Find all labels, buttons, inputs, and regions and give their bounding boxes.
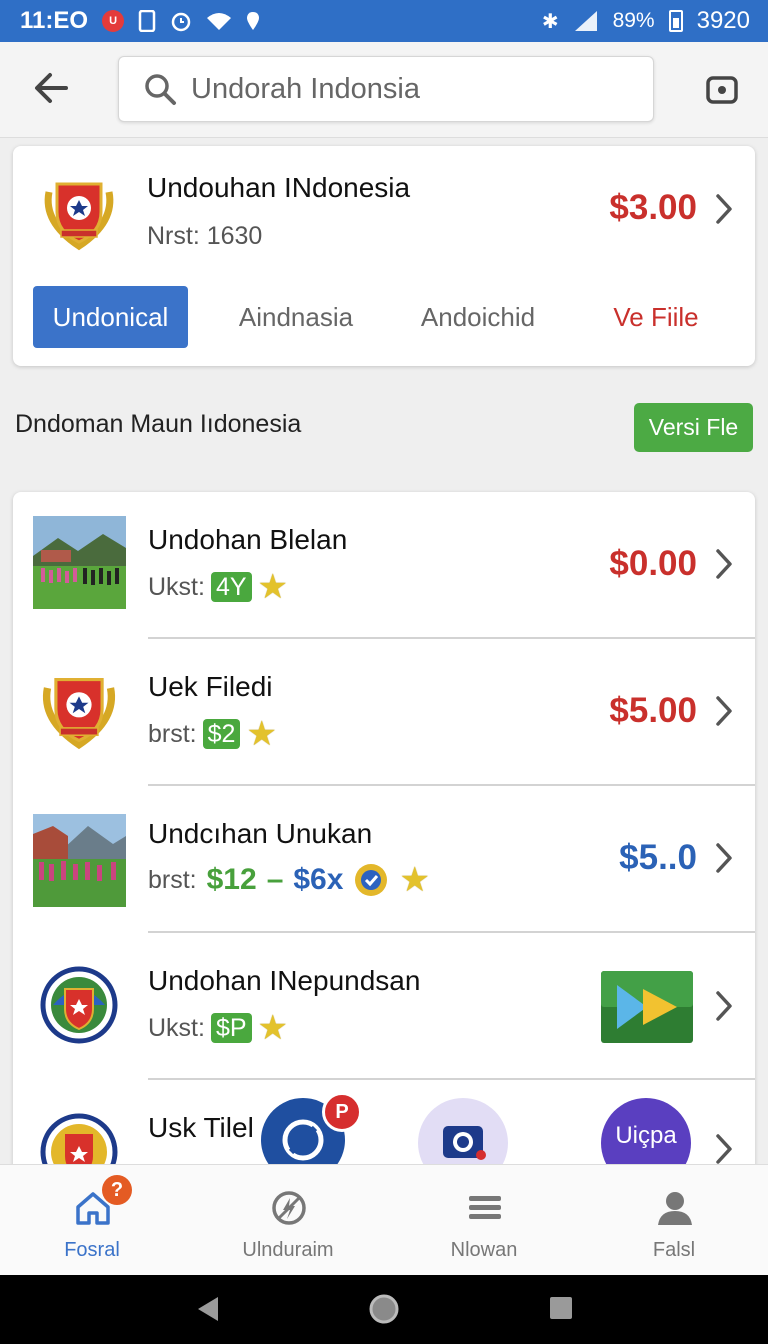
price-range-high: $6x: [293, 863, 344, 896]
battery-icon: [668, 10, 683, 32]
featured-card[interactable]: Undouhan INdonesia Nrst: 1630 $3.00 Undo…: [13, 146, 755, 366]
status-clock-right: 3920: [696, 7, 750, 34]
chevron-right-icon[interactable]: [713, 694, 735, 728]
list-item[interactable]: Undohan INepundsan Ukst: $P ★: [13, 933, 755, 1080]
no-charge-icon: [272, 1191, 306, 1225]
list-item[interactable]: Undohan Blelan Ukst: 4Y ★ $0.00: [13, 492, 755, 639]
chevron-right-icon[interactable]: [713, 547, 735, 581]
system-navigation-bar: [0, 1275, 768, 1344]
list-item[interactable]: Uek Filedi brst: $2 ★ $5.00: [13, 639, 755, 786]
nav-label: Nlowan: [450, 1239, 518, 1261]
version-button[interactable]: Versi Fle: [634, 403, 753, 452]
rating-pill: $2: [202, 719, 241, 749]
price-range-dash: –: [266, 863, 284, 896]
fab-badge-letter: P: [335, 1100, 349, 1123]
battery-percent: 89%: [612, 9, 655, 32]
nav-label: Ulnduraim: [242, 1239, 334, 1261]
nav-profile[interactable]: Falsl: [594, 1165, 754, 1276]
location-icon: [247, 12, 260, 30]
list-item[interactable]: Undcıhan Unukan brst: $12 – $6x ★ $5..0: [13, 786, 755, 933]
menu-icon: [469, 1196, 501, 1219]
chevron-right-icon[interactable]: [713, 192, 735, 226]
emblem-icon: [44, 182, 114, 251]
emblem-icon: [40, 966, 118, 1044]
rating-pill: 4Y: [210, 572, 252, 602]
price-range-low: $12: [206, 863, 257, 896]
section-title: Dndoman Maun Iıdonesia: [15, 410, 302, 438]
item-price: $5..0: [619, 838, 697, 877]
item-title: Undohan INepundsan: [148, 965, 421, 996]
play-store-icon: [601, 971, 693, 1043]
nav-home[interactable]: ? Fosral: [12, 1165, 172, 1276]
featured-subtitle: Nrst: 1630: [147, 222, 263, 250]
alarm-icon: [171, 12, 191, 32]
app-list: Undohan Blelan Ukst: 4Y ★ $0.00 Uek File…: [13, 492, 755, 1192]
fab-badge: P: [322, 1092, 362, 1132]
featured-price: $3.00: [609, 188, 697, 227]
system-recents-icon[interactable]: [549, 1296, 573, 1320]
search-bar[interactable]: [118, 56, 654, 122]
wifi-icon: [207, 13, 232, 30]
verified-badge-icon: [355, 864, 388, 896]
meta-label: brst:: [148, 719, 197, 748]
item-meta: brst: $12 – $6x ★: [148, 862, 430, 898]
featured-title: Undouhan INdonesia: [147, 172, 411, 203]
notification-badge: U: [102, 10, 125, 32]
nav-list[interactable]: Nlowan: [404, 1165, 564, 1276]
item-title: Usk Tilel: [148, 1112, 254, 1143]
phone-icon: [138, 10, 156, 32]
tab-andoichid[interactable]: Andoichid: [403, 286, 553, 348]
meta-label: brst:: [148, 865, 197, 894]
item-price: $5.00: [609, 691, 697, 730]
nav-label: Falsl: [652, 1239, 696, 1261]
bottom-navigation: ? Fosral Ulnduraim Nlowan Falsl: [0, 1164, 768, 1275]
system-back-icon[interactable]: [196, 1295, 220, 1323]
emblem-icon: [42, 678, 116, 750]
brand-label: Uiçpa: [615, 1122, 677, 1149]
scan-icon[interactable]: [704, 72, 740, 108]
app-header: [0, 42, 768, 138]
bluetooth-icon: ✱: [541, 10, 559, 33]
status-bar: 11:EO U ✱ 89% 3920: [0, 0, 768, 42]
nav-download[interactable]: Ulnduraim: [208, 1165, 368, 1276]
star-icon: ★: [399, 861, 430, 899]
meta-label: Ukst:: [148, 572, 205, 601]
filter-tabs: Undonical Aindnasia Andoichid Ve Fiile: [33, 286, 733, 348]
tab-undonical[interactable]: Undonical: [33, 286, 188, 348]
item-price: $0.00: [609, 544, 697, 583]
system-home-icon[interactable]: [368, 1293, 400, 1325]
person-icon: [658, 1192, 692, 1225]
chevron-right-icon[interactable]: [713, 989, 735, 1023]
star-icon: ★: [257, 1009, 289, 1047]
nav-badge: ?: [102, 1175, 132, 1205]
meta-label: Ukst:: [148, 1013, 205, 1042]
tab-ve-fiile[interactable]: Ve Fiile: [589, 286, 723, 348]
nav-label: Fosral: [64, 1239, 120, 1261]
status-time: 11:EO: [20, 7, 89, 34]
chevron-right-icon[interactable]: [713, 841, 735, 875]
back-arrow-icon[interactable]: [30, 66, 74, 110]
star-icon: ★: [257, 568, 289, 606]
item-meta: Ukst: $P ★: [148, 1009, 289, 1047]
item-title: Undcıhan Unukan: [148, 818, 373, 849]
search-input[interactable]: [191, 72, 611, 106]
item-meta: brst: $2 ★: [148, 715, 277, 753]
event-photo-thumbnail: [33, 516, 126, 609]
item-meta: Ukst: 4Y ★: [148, 568, 289, 606]
tab-aindnasia[interactable]: Aindnasia: [221, 286, 371, 348]
rating-pill: $P: [210, 1013, 252, 1043]
item-title: Undohan Blelan: [148, 524, 348, 555]
event-photo-thumbnail: [33, 814, 126, 907]
search-icon: [145, 74, 176, 105]
star-icon: ★: [246, 715, 277, 753]
signal-icon: [574, 11, 597, 31]
chevron-right-icon[interactable]: [713, 1132, 735, 1166]
item-title: Uek Filedi: [148, 671, 273, 702]
